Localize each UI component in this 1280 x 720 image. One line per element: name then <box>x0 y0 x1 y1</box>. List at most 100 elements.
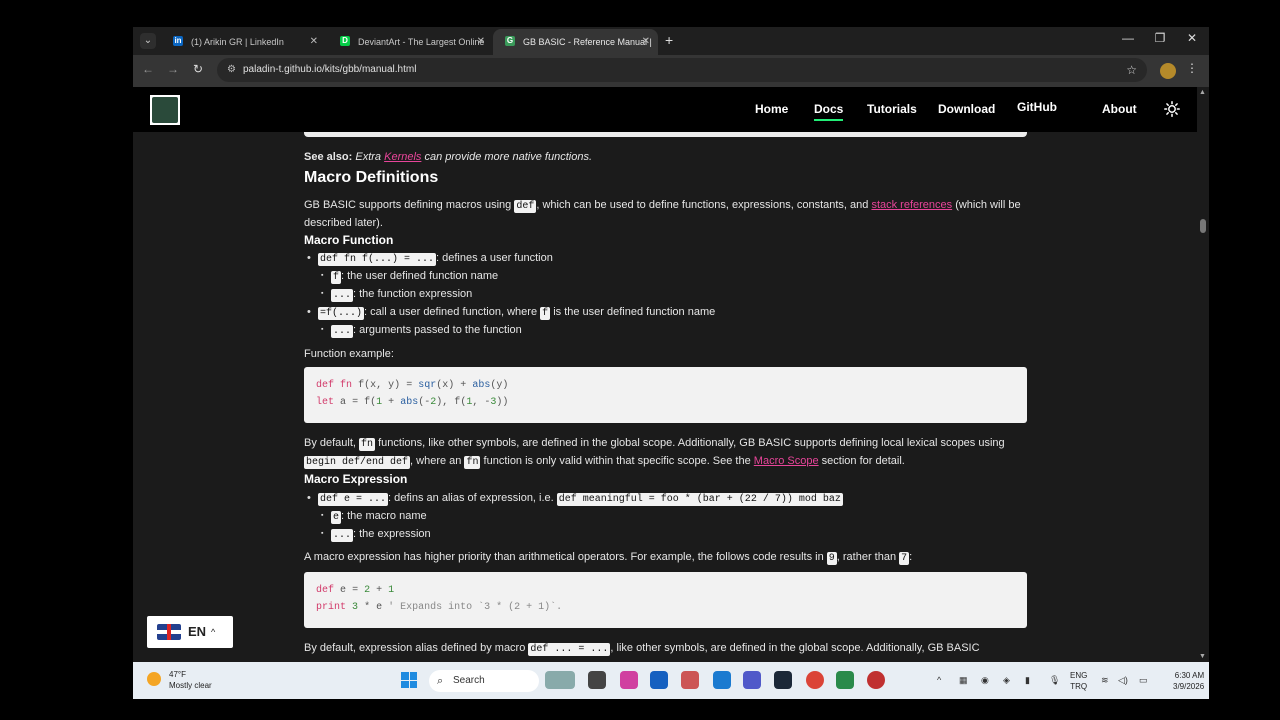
teams-icon[interactable] <box>743 671 761 689</box>
mic-icon[interactable]: 🎙 <box>1049 662 1060 699</box>
paragraph-scope-cont: begin def/end def, where an fn function … <box>304 455 905 469</box>
restore-icon[interactable]: ❐ <box>1148 31 1172 45</box>
list-item: =f(...): call a user defined function, w… <box>307 303 715 323</box>
close-tab-icon[interactable]: ✕ <box>477 29 485 55</box>
browser-window: ⌄ in (1) Arikin GR | LinkedIn ✕ D Devian… <box>133 27 1209 699</box>
copilot-icon[interactable] <box>620 671 638 689</box>
tray-icon[interactable]: ▦ <box>959 662 968 699</box>
windows-start-icon[interactable] <box>401 672 417 688</box>
scroll-thumb[interactable] <box>1200 219 1206 233</box>
weather-moon-icon <box>147 672 161 686</box>
code-block-function-example: def fn f(x, y) = sqr(x) + abs(y) let a =… <box>304 367 1027 423</box>
address-bar[interactable]: ⚙ paladin-t.github.io/kits/gbb/manual.ht… <box>217 58 1147 82</box>
new-tab-icon[interactable]: + <box>665 32 673 48</box>
paragraph-scope: By default, fn functions, like other sym… <box>304 437 1005 451</box>
nav-about[interactable]: About <box>1102 87 1137 132</box>
close-window-icon[interactable]: ✕ <box>1180 31 1204 45</box>
app-green-icon[interactable] <box>836 671 854 689</box>
search-icon: ⌕ <box>437 675 444 687</box>
list-item: ...: the expression <box>321 525 431 545</box>
function-example-label: Function example: <box>304 348 394 360</box>
volume-icon[interactable]: ◁) <box>1118 662 1128 699</box>
chrome-icon[interactable] <box>806 671 824 689</box>
input-language[interactable]: ENG TRQ <box>1070 670 1087 692</box>
app-red-icon[interactable] <box>867 671 885 689</box>
paragraph-priority: A macro expression has higher priority t… <box>304 551 913 565</box>
tray-icon[interactable]: ◉ <box>981 662 989 699</box>
app-icon[interactable] <box>681 671 699 689</box>
weather-widget[interactable]: 47°F Mostly clear <box>147 669 212 691</box>
scroll-down-icon[interactable]: ▼ <box>1199 653 1206 660</box>
kernels-link[interactable]: Kernels <box>384 151 421 163</box>
nav-tutorials[interactable]: Tutorials <box>867 87 917 132</box>
language-selector[interactable]: EN ^ <box>147 616 233 648</box>
weather-desc: Mostly clear <box>169 681 212 690</box>
heading-macro-function: Macro Function <box>304 233 394 247</box>
battery-icon[interactable]: ▭ <box>1139 662 1148 699</box>
minimize-icon[interactable]: — <box>1116 31 1140 45</box>
theme-toggle-sun-icon[interactable] <box>1164 101 1180 117</box>
outlook-icon[interactable] <box>713 671 731 689</box>
news-widget-icon[interactable] <box>545 671 575 689</box>
list-item: def e = ...: defins an alias of expressi… <box>307 489 843 509</box>
heading-macro-definitions: Macro Definitions <box>304 169 439 186</box>
list-item: ...: arguments passed to the function <box>321 321 522 341</box>
clock[interactable]: 6:30 AM 3/9/2026 <box>1173 670 1204 692</box>
steam-icon[interactable] <box>774 671 792 689</box>
deviantart-icon: D <box>340 36 350 46</box>
tab-title: GB BASIC - Reference Manual | <box>523 37 652 47</box>
tab-search-icon[interactable]: ⌄ <box>140 33 156 49</box>
tab-strip: ⌄ in (1) Arikin GR | LinkedIn ✕ D Devian… <box>133 27 1209 55</box>
code-line: let a = f(1 + abs(-2), f(1, -3)) <box>316 397 509 408</box>
store-icon[interactable] <box>650 671 668 689</box>
file-explorer-icon[interactable] <box>588 671 606 689</box>
list-item: ...: the function expression <box>321 285 472 305</box>
site-info-icon[interactable]: ⚙ <box>227 64 239 76</box>
profile-avatar[interactable] <box>1160 63 1176 79</box>
close-tab-icon[interactable]: ✕ <box>310 29 318 55</box>
tab-deviantart[interactable]: D DeviantArt - The Largest Online ✕ <box>328 29 493 55</box>
tab-title: (1) Arikin GR | LinkedIn <box>191 37 284 47</box>
macro-scope-link[interactable]: Macro Scope <box>754 455 819 467</box>
see-also-line: See also: Extra Kernels can provide more… <box>304 151 592 163</box>
chevron-up-icon: ^ <box>211 627 216 637</box>
taskbar: 47°F Mostly clear ⌕ Search ^ ▦ ◉ ◈ ▮ 🎙 E… <box>133 662 1209 699</box>
menu-kebab-icon[interactable]: ⋮ <box>1186 61 1198 75</box>
close-tab-icon[interactable]: ✕ <box>642 29 650 55</box>
weather-temp: 47°F <box>169 670 186 679</box>
nav-home[interactable]: Home <box>755 87 788 132</box>
nav-docs[interactable]: Docs <box>814 87 844 132</box>
nav-github[interactable]: GitHub <box>1017 85 1057 130</box>
nav-download[interactable]: Download <box>938 87 995 132</box>
code-line: def e = 2 + 1 <box>316 585 395 596</box>
code-line: print 3 * e ' Expands into `3 * (2 + 1)`… <box>316 602 563 613</box>
stack-references-link[interactable]: stack references <box>871 199 952 211</box>
scroll-up-icon[interactable]: ▲ <box>1199 89 1206 96</box>
url-text[interactable]: paladin-t.github.io/kits/gbb/manual.html <box>243 58 416 82</box>
bookmark-star-icon[interactable]: ☆ <box>1126 58 1137 82</box>
site-logo[interactable] <box>150 95 180 125</box>
tab-linkedin[interactable]: in (1) Arikin GR | LinkedIn ✕ <box>161 29 326 55</box>
uk-flag-icon <box>157 624 181 640</box>
list-item: f: the user defined function name <box>321 267 498 287</box>
gbbasic-icon: G <box>505 36 515 46</box>
site-header: Home Docs Tutorials Download GitHub Abou… <box>133 87 1197 132</box>
wifi-icon[interactable]: ≋ <box>1101 662 1109 699</box>
paragraph-expr-scope: By default, expression alias defined by … <box>304 642 980 656</box>
page-scrollbar[interactable]: ▲ ▼ <box>1197 87 1209 662</box>
language-code: EN <box>188 624 207 639</box>
tab-gbbasic[interactable]: G GB BASIC - Reference Manual | ✕ <box>493 29 658 55</box>
tray-chevron-icon[interactable]: ^ <box>937 662 941 699</box>
tray-icon[interactable]: ◈ <box>1003 662 1010 699</box>
manual-content: See also: Extra Kernels can provide more… <box>133 132 1197 662</box>
forward-icon[interactable]: → <box>164 62 182 76</box>
address-toolbar: ← → ↻ ⚙ paladin-t.github.io/kits/gbb/man… <box>133 55 1209 87</box>
tab-title: DeviantArt - The Largest Online <box>358 37 485 47</box>
heading-macro-expression: Macro Expression <box>304 472 408 486</box>
paragraph-intro-cont: described later). <box>304 217 383 229</box>
back-icon[interactable]: ← <box>139 62 157 76</box>
list-item: def fn f(...) = ...: defines a user func… <box>307 249 553 269</box>
taskbar-search[interactable]: ⌕ Search <box>429 670 539 692</box>
tray-icon[interactable]: ▮ <box>1025 662 1030 699</box>
reload-icon[interactable]: ↻ <box>189 62 207 76</box>
